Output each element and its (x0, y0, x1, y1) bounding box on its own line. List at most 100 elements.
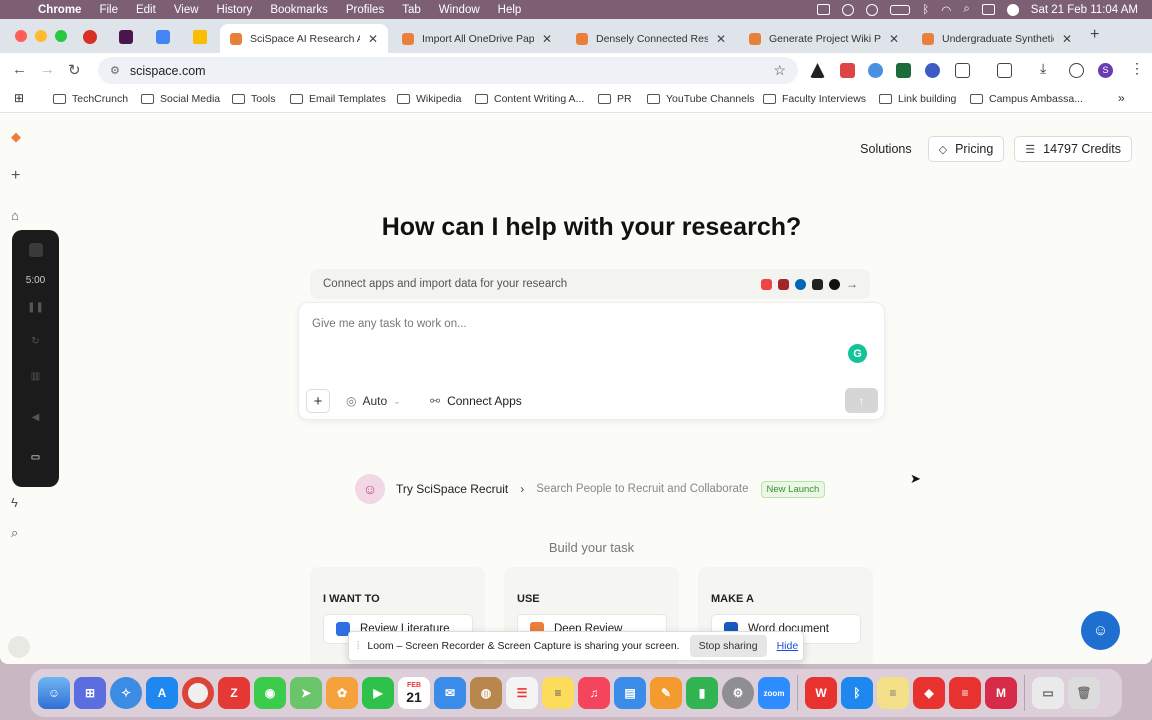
menu-edit[interactable]: Edit (136, 4, 156, 16)
pinned-tab-record-icon[interactable] (83, 30, 97, 44)
calendar-icon[interactable]: FEB 21 (398, 677, 430, 709)
bookmark-techcrunch[interactable]: TechCrunch (53, 93, 128, 105)
menu-view[interactable]: View (174, 4, 199, 16)
bookmark-tools[interactable]: Tools (232, 93, 276, 105)
extension-blue-icon[interactable] (868, 63, 883, 78)
menu-window[interactable]: Window (439, 4, 480, 16)
tab-onedrive[interactable]: Import All OneDrive Pape ✕ (392, 24, 562, 53)
photos-icon[interactable]: ✿ (326, 677, 358, 709)
screen-record-icon[interactable] (817, 4, 831, 15)
user-avatar[interactable] (8, 636, 30, 658)
zotero-dock-icon[interactable]: Z (218, 677, 250, 709)
close-tab-icon[interactable]: ✕ (1062, 32, 1072, 46)
extension-password-icon[interactable] (925, 63, 940, 78)
bookmark-youtube-channels[interactable]: YouTube Channels (647, 93, 755, 105)
tab-scispace[interactable]: SciSpace AI Research Ag ✕ (220, 24, 388, 53)
tab-search-icon[interactable] (997, 63, 1012, 78)
scispace-logo-icon[interactable]: ◆ (11, 129, 21, 145)
address-bar[interactable]: ⚙ scispace.com ☆ (98, 57, 798, 84)
close-tab-icon[interactable]: ✕ (889, 32, 899, 46)
menu-bookmarks[interactable]: Bookmarks (270, 4, 328, 16)
pause-icon[interactable]: ❚❚ (12, 302, 59, 313)
bookmark-link-building[interactable]: Link building (879, 93, 956, 105)
profile-avatar[interactable]: S (1098, 63, 1113, 78)
stop-recording-icon[interactable] (12, 243, 59, 260)
recruit-promo[interactable]: ☺ Try SciSpace Recruit › Search People t… (355, 473, 835, 505)
bookmark-faculty-interviews[interactable]: Faculty Interviews (763, 93, 866, 105)
download-icon[interactable]: ⤓ (1040, 60, 1055, 76)
zoom-app-icon[interactable]: zoom (758, 677, 790, 709)
menu-help[interactable]: Help (498, 4, 522, 16)
system-settings-icon[interactable]: ⚙ (722, 677, 754, 709)
red-app-icon[interactable]: ≡ (949, 677, 981, 709)
pinned-tab-drive-icon[interactable] (193, 30, 207, 44)
extension-a-icon[interactable] (810, 63, 825, 78)
extensions-puzzle-icon[interactable] (955, 63, 970, 78)
maps-icon[interactable]: ➤ (290, 677, 322, 709)
pricing-button[interactable]: ◇ Pricing (927, 136, 1005, 162)
pages-icon[interactable]: ✎ (650, 677, 682, 709)
bookmarks-overflow-icon[interactable]: » (1118, 91, 1125, 105)
siri-icon[interactable] (1006, 3, 1019, 16)
grammarly-icon[interactable]: G (848, 344, 867, 363)
delete-icon[interactable]: ▥ (12, 371, 59, 382)
menu-profiles[interactable]: Profiles (346, 4, 384, 16)
anydesk-icon[interactable]: ◆ (913, 677, 945, 709)
menu-file[interactable]: File (99, 4, 118, 16)
control-center-icon[interactable] (981, 4, 995, 15)
stop-sharing-button[interactable]: Stop sharing (689, 635, 767, 657)
send-button[interactable]: ↑ (845, 388, 878, 413)
chrome-icon[interactable] (182, 677, 214, 709)
extension-red-icon[interactable] (840, 63, 855, 78)
bookmark-email-templates[interactable]: Email Templates (290, 93, 386, 105)
close-window-button[interactable] (15, 30, 27, 42)
bookmark-social-media[interactable]: Social Media (141, 93, 220, 105)
bookmark-pr[interactable]: PR (598, 93, 632, 105)
minimize-window-button[interactable] (35, 30, 47, 42)
bookmark-campus-ambassador[interactable]: Campus Ambassa... (970, 93, 1083, 105)
launchpad-icon[interactable]: ⊞ (74, 677, 106, 709)
keynote-icon[interactable]: ▤ (614, 677, 646, 709)
tab-undergraduate[interactable]: Undergraduate Synthetic ✕ (912, 24, 1082, 53)
bookmark-wikipedia[interactable]: Wikipedia (397, 93, 462, 105)
extension-green-icon[interactable] (896, 63, 911, 78)
app-store-icon[interactable]: A (146, 677, 178, 709)
menubar-clock[interactable]: Sat 21 Feb 11:04 AM (1031, 4, 1138, 16)
messages-icon[interactable]: ◉ (254, 677, 286, 709)
music-icon[interactable]: ♫ (578, 677, 610, 709)
support-chat-button[interactable]: ☺ (1081, 611, 1120, 650)
mendeley-dock-icon[interactable]: M (985, 677, 1017, 709)
camera-icon[interactable]: ▭ (12, 452, 59, 463)
tab-densely[interactable]: Densely Connected Rese ✕ (566, 24, 736, 53)
connect-apps-bar[interactable]: Connect apps and import data for your re… (310, 269, 870, 299)
chrome-menu-icon[interactable]: ⋮ (1130, 60, 1145, 76)
finder-icon[interactable]: ☺ (38, 677, 70, 709)
forward-icon[interactable]: → (40, 61, 55, 78)
wps-office-icon[interactable]: W (805, 677, 837, 709)
downloads-stack-icon[interactable]: ▭ (1032, 677, 1064, 709)
numbers-icon[interactable]: ▮ (686, 677, 718, 709)
bluetooth-app-icon[interactable]: ᛒ (841, 677, 873, 709)
mode-selector[interactable]: ◎ Auto ⌄ (346, 394, 401, 408)
tab-wiki[interactable]: Generate Project Wiki Pa ✕ (739, 24, 909, 53)
safari-icon[interactable]: ✧ (110, 677, 142, 709)
new-tab-button[interactable]: + (1090, 26, 1099, 44)
reload-icon[interactable]: ↻ (68, 61, 81, 79)
back-icon[interactable]: ← (12, 61, 27, 78)
solutions-link[interactable]: Solutions (860, 142, 911, 156)
mail-icon[interactable]: ✉ (434, 677, 466, 709)
credits-button[interactable]: ☰ 14797 Credits (1014, 136, 1132, 162)
menu-app-name[interactable]: Chrome (38, 4, 81, 16)
bookmark-star-icon[interactable]: ☆ (773, 62, 786, 79)
restart-icon[interactable]: ↻ (12, 336, 59, 347)
bookmark-content-writing[interactable]: Content Writing A... (475, 93, 584, 105)
notes-icon[interactable]: ≡ (542, 677, 574, 709)
menu-tab[interactable]: Tab (402, 4, 421, 16)
play-status-icon[interactable] (866, 3, 879, 16)
menu-history[interactable]: History (217, 4, 253, 16)
stickies-icon[interactable]: ≡ (877, 677, 909, 709)
zoom-status-icon[interactable] (842, 3, 855, 16)
task-input-box[interactable]: Give me any task to work on... G + ◎ Auto… (298, 302, 885, 420)
sync-icon[interactable] (1069, 63, 1084, 78)
close-tab-icon[interactable]: ✕ (716, 32, 726, 46)
